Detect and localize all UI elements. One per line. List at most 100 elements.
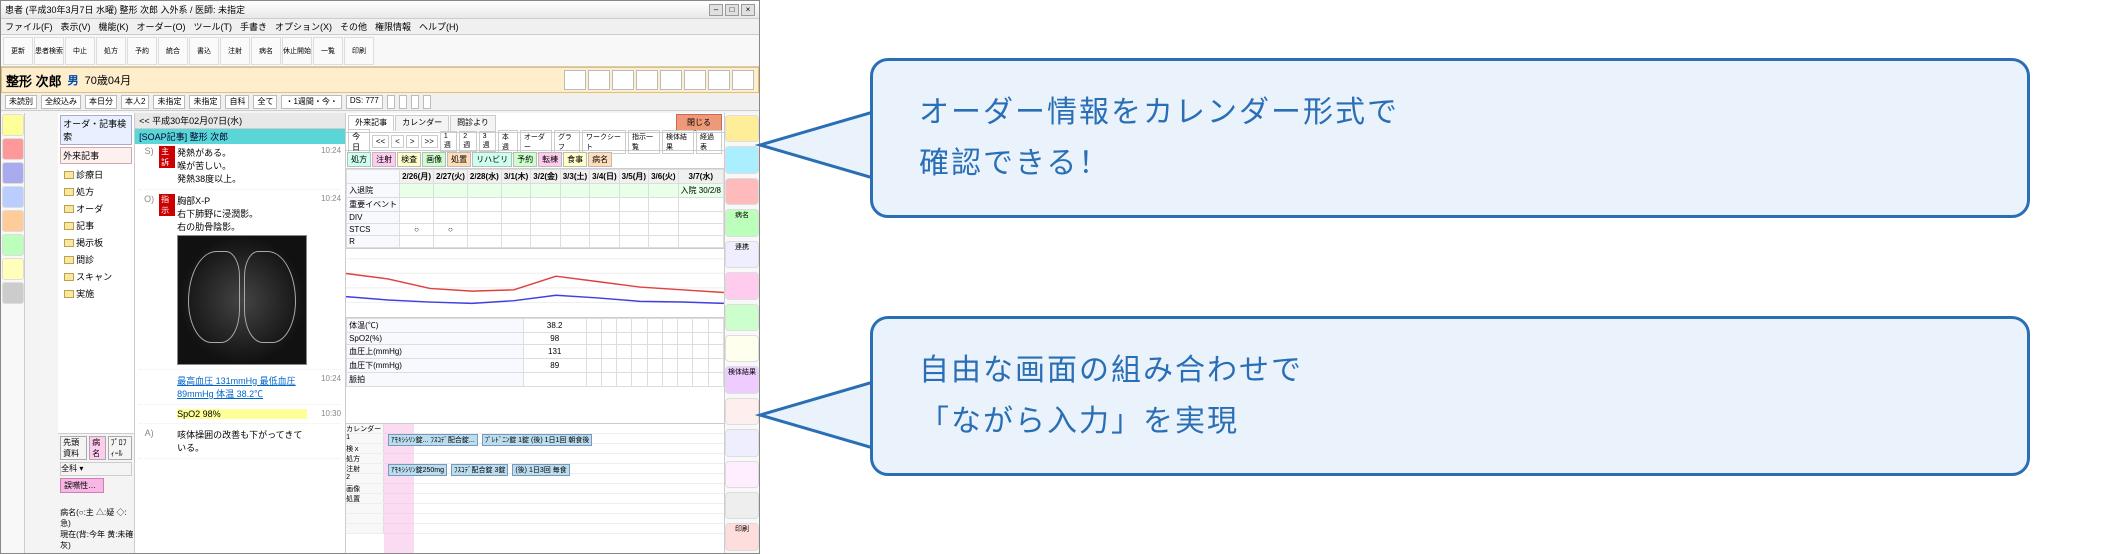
soap-entry[interactable]: S)主訴発熱がある。喉が苦しい。発熱38度以上。10:24 [139, 146, 341, 190]
timeline-row[interactable] [346, 514, 724, 524]
action-icon[interactable] [612, 70, 634, 90]
filter-segment[interactable]: 未読別 [5, 95, 37, 109]
range-button[interactable]: > [406, 135, 419, 148]
rail-icon[interactable] [2, 282, 24, 304]
filter-segment[interactable] [387, 95, 395, 109]
filter-segment[interactable]: 未指定 [189, 95, 221, 109]
filter-segment[interactable] [411, 95, 419, 109]
range-button[interactable]: << [372, 135, 389, 148]
right-rail-button[interactable] [725, 304, 759, 331]
scale-button[interactable]: オーダー [520, 130, 552, 154]
right-rail-button[interactable] [725, 146, 759, 173]
tree-header-orders[interactable]: オーダ・記事検索 [60, 115, 132, 145]
right-rail-button[interactable] [725, 461, 759, 488]
timeline-row[interactable]: カレンダー [346, 424, 724, 434]
menu-item[interactable]: その他 [340, 20, 367, 33]
menu-item[interactable]: オーダー(O) [137, 20, 186, 33]
timeline-row[interactable]: 画像 [346, 484, 724, 494]
rail-icon[interactable] [2, 114, 24, 136]
scale-button[interactable]: 経過表 [696, 130, 722, 154]
right-rail-button[interactable] [725, 429, 759, 456]
timeline-row[interactable]: 注射ｱﾓｷｼｼﾘﾝ錠250mgﾌｽｺﾃﾞ配合錠 3錠(後) 1日3回 毎食 [346, 464, 724, 474]
filter-pill[interactable]: 検査 [397, 152, 421, 167]
menu-item[interactable]: ファイル(F) [5, 20, 53, 33]
right-rail-button[interactable]: 病名 [725, 209, 759, 236]
timeline-row[interactable]: 検ｘ [346, 444, 724, 454]
disease-tag[interactable]: 誤嚥性… [60, 478, 104, 493]
filter-pill[interactable]: リハビリ [472, 152, 512, 167]
rail-icon[interactable] [2, 234, 24, 256]
tab[interactable]: 病名 [89, 436, 106, 460]
right-rail-button[interactable]: 検体結果 [725, 366, 759, 393]
toolbar-button[interactable]: 印刷 [344, 37, 374, 65]
scale-button[interactable]: 1週 [440, 131, 457, 152]
close-button[interactable]: 閉じる [676, 114, 722, 131]
tab[interactable]: ﾌﾟﾛﾌｨｰﾙ [108, 436, 132, 460]
scale-button[interactable]: 指示一覧 [628, 130, 660, 154]
toolbar-button[interactable]: 処方 [96, 37, 126, 65]
timeline-row[interactable]: 1ｱﾓｷｼｼﾘﾝ錠... ﾌｽｺﾃﾞ配合錠...ﾌﾟﾚﾄﾞﾆﾝ錠 1錠 (後) … [346, 434, 724, 444]
toolbar-button[interactable]: 書込 [189, 37, 219, 65]
xray-image[interactable] [177, 235, 307, 365]
filter-segment[interactable]: ・1週間・今・ [281, 95, 341, 109]
filter-segment[interactable]: 未指定 [153, 95, 185, 109]
rail-icon[interactable] [2, 162, 24, 184]
timeline[interactable]: カレンダー1ｱﾓｷｼｼﾘﾝ錠... ﾌｽｺﾃﾞ配合錠...ﾌﾟﾚﾄﾞﾆﾝ錠 1錠… [346, 423, 724, 553]
soap-entry[interactable]: SpO2 98%10:30 [139, 409, 341, 424]
right-rail-button[interactable]: 連携 [725, 241, 759, 268]
rail-icon[interactable] [2, 186, 24, 208]
timeline-row[interactable]: 処置 [346, 494, 724, 504]
scale-button[interactable]: 2週 [459, 131, 476, 152]
scale-button[interactable]: ワークシート [582, 130, 626, 154]
scale-button[interactable]: 本週 [498, 130, 518, 154]
toolbar-button[interactable]: 更新 [3, 37, 33, 65]
menu-item[interactable]: オプション(X) [275, 20, 332, 33]
range-button[interactable]: >> [421, 135, 438, 148]
tree-item[interactable]: スキャン [64, 268, 132, 285]
filter-segment[interactable]: 本人2 [121, 95, 149, 109]
filter-pill[interactable]: 転棟 [538, 152, 562, 167]
toolbar-button[interactable]: 注射 [220, 37, 250, 65]
dropdown[interactable]: 全科 ▾ [60, 462, 132, 476]
action-icon[interactable] [564, 70, 586, 90]
menu-item[interactable]: 権限情報 [375, 20, 411, 33]
scale-button[interactable]: 3週 [479, 131, 496, 152]
toolbar-button[interactable]: 一覧 [313, 37, 343, 65]
tree-item[interactable]: 診療日 [64, 166, 132, 183]
right-rail-button[interactable] [725, 335, 759, 362]
action-icon[interactable] [684, 70, 706, 90]
timeline-row[interactable] [346, 524, 724, 534]
menu-item[interactable]: ツール(T) [194, 20, 233, 33]
toolbar-button[interactable]: 予約 [127, 37, 157, 65]
action-icon[interactable] [732, 70, 754, 90]
timeline-row[interactable]: 処方 [346, 454, 724, 464]
right-rail-button[interactable] [725, 178, 759, 205]
menu-item[interactable]: ヘルプ(H) [419, 20, 459, 33]
filter-segment[interactable]: DS: 777 [346, 95, 383, 109]
maximize-button[interactable]: □ [725, 4, 739, 16]
rail-icon[interactable] [2, 210, 24, 232]
right-rail-button[interactable] [725, 492, 759, 519]
minimize-button[interactable]: – [709, 4, 723, 16]
rail-icon[interactable] [2, 138, 24, 160]
tree-header-outpatient[interactable]: 外来記事 [60, 147, 132, 164]
tree-item[interactable]: オーダ [64, 200, 132, 217]
soap-entry[interactable]: O)指示胸部X-P右下肺野に浸潤影。右の肋骨陰影。10:24 [139, 194, 341, 370]
menu-item[interactable]: 機能(K) [99, 20, 129, 33]
action-icon[interactable] [708, 70, 730, 90]
calendar-tab[interactable]: カレンダー [395, 115, 449, 131]
tree-item[interactable]: 実施 [64, 285, 132, 302]
filter-pill[interactable]: 注射 [372, 152, 396, 167]
right-rail-button[interactable] [725, 272, 759, 299]
filter-segment[interactable]: 全絞込み [41, 95, 81, 109]
filter-pill[interactable]: 食事 [563, 152, 587, 167]
toolbar-button[interactable]: 患者検索 [34, 37, 64, 65]
tree-item[interactable]: 記事 [64, 217, 132, 234]
tree-item[interactable]: 掲示板 [64, 234, 132, 251]
toolbar-button[interactable]: 休止開始 [282, 37, 312, 65]
filter-pill[interactable]: 処方 [347, 152, 371, 167]
soap-body[interactable]: S)主訴発熱がある。喉が苦しい。発熱38度以上。10:24O)指示胸部X-P右下… [135, 144, 345, 553]
action-icon[interactable] [660, 70, 682, 90]
filter-pill[interactable]: 処置 [447, 152, 471, 167]
filter-segment[interactable]: 自科 [225, 95, 249, 109]
